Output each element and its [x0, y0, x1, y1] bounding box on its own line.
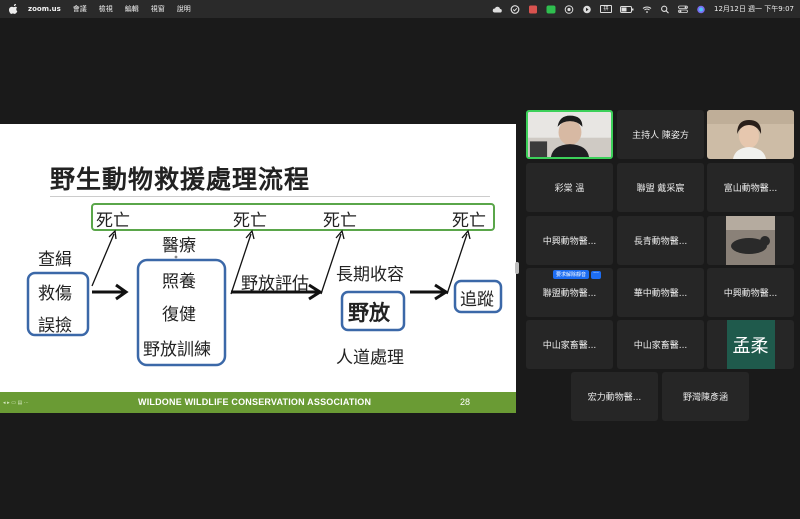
participant-photo	[707, 216, 794, 265]
participant-name: 中興動物醫...	[723, 289, 778, 299]
participant-name: 宏力動物醫...	[587, 393, 642, 403]
participant-video	[707, 110, 794, 159]
status-area: 拼 12月12日 週一 下午9:07	[492, 0, 794, 18]
participant-tile[interactable]: 中興動物醫...	[707, 268, 794, 317]
death-label-1: 死亡	[96, 211, 130, 231]
menu-app-name[interactable]: zoom.us	[28, 5, 61, 13]
menu-view[interactable]: 檢視	[99, 4, 113, 14]
menu-edit[interactable]: 編輯	[125, 4, 139, 14]
euthanasia-label: 人道處理	[336, 348, 404, 368]
care-release-training: 野放訓練	[143, 340, 211, 360]
participant-tile[interactable]: 中山家畜醫...	[617, 320, 704, 369]
slide-controls-icon[interactable]: ◂ ▸ ▭ ▤ ⋯	[3, 400, 29, 406]
death-label-4: 死亡	[452, 211, 486, 231]
footer-organization: WILDONE WILDLIFE CONSERVATION ASSOCIATIO…	[138, 397, 372, 407]
release-label: 野放	[348, 301, 390, 325]
control-center-icon[interactable]	[678, 5, 688, 14]
participant-tile[interactable]: 華中動物醫...	[617, 268, 704, 317]
long-term-care: 長期收容	[336, 265, 404, 285]
slide-page-number: 28	[460, 397, 471, 407]
participant-tile[interactable]: 中興動物醫...	[526, 216, 613, 265]
slide-footer: ◂ ▸ ▭ ▤ ⋯ WILDONE WILDLIFE CONSERVATION …	[0, 392, 516, 413]
menu-bar: zoom.us 會議 檢視 編輯 視窗 說明 拼 12月12日 週一 下午9:0…	[0, 0, 800, 18]
death-bar	[91, 203, 495, 231]
intake-inspection: 查緝	[38, 250, 72, 270]
avatar-text: 孟柔	[732, 335, 769, 357]
input-method-indicator[interactable]: 拼	[600, 5, 613, 13]
wifi-icon[interactable]	[642, 5, 652, 14]
care-rehab: 復健	[162, 305, 196, 325]
participant-tile[interactable]: 長青動物醫...	[617, 216, 704, 265]
panel-resize-handle[interactable]	[515, 262, 519, 274]
intake-mistaken: 誤撿	[38, 316, 72, 336]
death-label-3: 死亡	[323, 211, 357, 231]
participant-name: 聯盟動物醫...	[542, 289, 597, 299]
participant-name: 中山家畜醫...	[633, 341, 688, 351]
participant-name: 華中動物醫...	[633, 289, 688, 299]
care-medical: 醫療	[162, 236, 196, 256]
participant-tile-active-speaker[interactable]	[526, 110, 613, 159]
participant-tile[interactable]: 聯盟 戴采宸	[617, 163, 704, 212]
participant-name: 主持人 陳姿方	[632, 131, 689, 141]
siri-icon[interactable]	[696, 5, 706, 14]
apple-menu-icon[interactable]	[9, 4, 19, 14]
participant-tile-host[interactable]: 主持人 陳姿方	[617, 110, 704, 159]
avatar: 孟柔	[726, 320, 775, 369]
sync-icon[interactable]	[510, 4, 520, 14]
more-options-button[interactable]: ···	[591, 270, 602, 279]
search-icon[interactable]	[660, 5, 670, 14]
participant-name: 富山動物醫...	[723, 184, 778, 194]
cloud-icon[interactable]	[492, 5, 502, 14]
participant-name: 中山家畜醫...	[542, 341, 597, 351]
participant-name: 彩棠 溫	[554, 184, 585, 194]
participant-tile[interactable]: 彩棠 溫	[526, 163, 613, 212]
play-icon[interactable]	[582, 5, 592, 14]
pdf-icon[interactable]	[528, 5, 538, 14]
participant-badges: 要求解除靜音 ···	[553, 270, 602, 279]
title-divider	[50, 196, 490, 197]
death-label-2: 死亡	[233, 211, 267, 231]
dot-marker	[174, 255, 178, 259]
participant-tile[interactable]: 野灣陳彥涵	[662, 372, 749, 421]
unmute-request-badge[interactable]: 要求解除靜音	[553, 270, 590, 279]
record-icon[interactable]	[564, 4, 574, 14]
participant-name: 長青動物醫...	[633, 237, 688, 247]
battery-icon[interactable]	[620, 5, 634, 14]
participant-video	[528, 112, 611, 157]
participant-tile[interactable]: 中山家畜醫...	[526, 320, 613, 369]
menu-meeting[interactable]: 會議	[73, 4, 87, 14]
participant-tile-video[interactable]	[707, 110, 794, 159]
participant-name: 野灣陳彥涵	[682, 393, 728, 403]
intake-injury: 救傷	[38, 284, 72, 304]
menubar-datetime[interactable]: 12月12日 週一 下午9:07	[714, 4, 794, 14]
menu-window[interactable]: 視窗	[151, 4, 165, 14]
participant-tile-avatar[interactable]: 孟柔	[707, 320, 794, 369]
release-evaluation: 野放評估	[241, 274, 309, 294]
participant-name: 中興動物醫...	[542, 237, 597, 247]
participant-name: 聯盟 戴采宸	[636, 184, 685, 194]
participant-tile[interactable]: 宏力動物醫...	[571, 372, 658, 421]
slide-title: 野生動物救援處理流程	[50, 165, 311, 194]
line-icon[interactable]	[546, 5, 556, 14]
shared-screen-slide: 野生動物救援處理流程 死亡 死亡 死亡 死亡 查緝 救傷 誤撿 醫療 照養 復健…	[0, 124, 516, 413]
tracking-label: 追蹤	[460, 290, 494, 310]
care-feeding: 照養	[162, 272, 196, 292]
participant-tile[interactable]: 富山動物醫...	[707, 163, 794, 212]
menu-help[interactable]: 說明	[177, 4, 191, 14]
participant-tile-photo[interactable]	[707, 216, 794, 265]
